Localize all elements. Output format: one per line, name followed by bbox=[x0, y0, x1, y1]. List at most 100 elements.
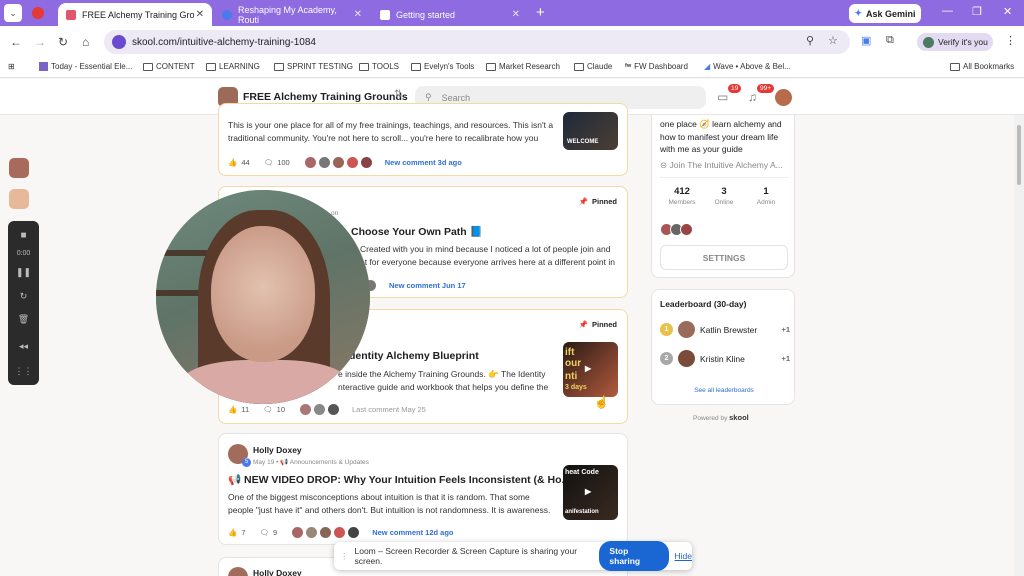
left-group-avatar[interactable] bbox=[9, 189, 29, 209]
join-link[interactable]: ⊝ Join The Intuitive Alchemy A... bbox=[660, 160, 783, 171]
bookmark-folder[interactable]: LEARNING bbox=[206, 62, 260, 71]
all-bookmarks-folder[interactable]: All Bookmarks bbox=[950, 62, 1014, 71]
commenter-avatar bbox=[303, 156, 317, 169]
close-tab-icon[interactable]: ✕ bbox=[512, 9, 520, 20]
delete-icon[interactable]: 🗑 bbox=[8, 314, 39, 325]
back-arrow-icon[interactable]: ← bbox=[10, 35, 22, 49]
search-placeholder: Search bbox=[441, 92, 471, 103]
drag-handle-icon[interactable]: ⋮ bbox=[340, 551, 349, 562]
new-tab-plus-icon[interactable]: + bbox=[536, 4, 545, 21]
pinned-text: Pinned bbox=[591, 197, 617, 206]
excerpt-line: This is your one place for all of my fre… bbox=[228, 120, 554, 130]
last-activity[interactable]: New comment Jun 17 bbox=[389, 281, 466, 290]
last-activity[interactable]: New comment 12d ago bbox=[372, 528, 453, 537]
leader-name: Kristin Kline bbox=[700, 353, 745, 364]
folder-icon bbox=[950, 62, 960, 71]
commenter-avatar bbox=[327, 403, 341, 416]
stat-members[interactable]: 412 Members bbox=[662, 186, 702, 206]
home-icon[interactable]: ⌂ bbox=[82, 35, 89, 49]
post-thumbnail[interactable]: WELCOME bbox=[563, 112, 618, 150]
reload-icon[interactable]: ↻ bbox=[58, 35, 68, 49]
zoom-icon[interactable]: ⚲ bbox=[806, 34, 814, 47]
post-thumbnail[interactable]: ift our nti 3 days ▶ bbox=[563, 342, 618, 397]
extension-badge-icon[interactable]: ▣ bbox=[861, 34, 871, 47]
member-avatar[interactable] bbox=[680, 223, 693, 236]
menu-dots-icon[interactable]: ⋮ bbox=[1005, 34, 1016, 47]
post-title[interactable]: 📢 NEW VIDEO DROP: Why Your Intuition Fee… bbox=[228, 473, 570, 486]
group-title[interactable]: FREE Alchemy Training Grounds bbox=[243, 91, 408, 103]
post-thumbnail[interactable]: heat Code ▶ anifestation bbox=[563, 465, 618, 520]
leaderboard-row[interactable]: 2 Kristin Kline +1 bbox=[660, 350, 790, 367]
hide-link[interactable]: Hide bbox=[675, 551, 692, 561]
bookmark-folder[interactable]: Claude bbox=[574, 62, 612, 71]
pin-icon: 📌 bbox=[578, 197, 588, 206]
author-name[interactable]: Holly Doxey bbox=[253, 568, 302, 576]
collapse-icon[interactable]: ◂◂ bbox=[8, 341, 39, 352]
bookmark-item[interactable]: ◢ Wave • Above & Bel... bbox=[704, 62, 791, 71]
left-group-avatar[interactable] bbox=[9, 158, 29, 178]
bookmark-folder[interactable]: TOOLS bbox=[359, 62, 399, 71]
comment-icon[interactable]: 🗨 bbox=[263, 405, 273, 414]
webcam-bubble[interactable] bbox=[156, 190, 370, 404]
tab-skool[interactable]: FREE Alchemy Training Gro ✕ bbox=[58, 3, 212, 26]
leaderboard-row[interactable]: 1 Katlin Brewster +1 bbox=[660, 321, 790, 338]
post-title[interactable]: Choose Your Own Path 📘 bbox=[351, 225, 483, 238]
bookmark-star-icon[interactable]: ☆ bbox=[828, 34, 838, 47]
like-icon[interactable]: 👍 bbox=[228, 158, 237, 167]
last-activity[interactable]: Last comment May 25 bbox=[352, 405, 426, 414]
ask-gemini-button[interactable]: ✦ Ask Gemini bbox=[849, 4, 921, 23]
restart-icon[interactable]: ↻ bbox=[8, 291, 39, 302]
bookmark-item[interactable]: Today - Essential Ele... bbox=[39, 62, 132, 71]
stat-admin[interactable]: 1 Admin bbox=[746, 186, 786, 206]
stop-sharing-button[interactable]: Stop sharing bbox=[599, 541, 669, 571]
bookmark-folder[interactable]: SPRINT TESTING bbox=[274, 62, 353, 71]
pause-icon[interactable]: ❚❚ bbox=[8, 267, 39, 278]
bookmark-label: Market Research bbox=[499, 62, 560, 71]
author-name[interactable]: Holly Doxey bbox=[253, 445, 302, 455]
share-message: Loom – Screen Recorder & Screen Capture … bbox=[354, 546, 578, 566]
verify-profile-chip[interactable]: Verify it's you bbox=[917, 33, 993, 51]
site-info-icon[interactable] bbox=[112, 35, 126, 49]
apps-grid-icon[interactable]: ⊞ bbox=[8, 62, 15, 71]
skool-favicon-icon bbox=[66, 9, 76, 20]
commenter-avatar bbox=[313, 403, 327, 416]
stop-record-icon[interactable]: ■ bbox=[8, 230, 39, 241]
drag-handle-icon[interactable]: ⋮⋮ bbox=[8, 366, 39, 377]
chat-icon[interactable]: ▭ bbox=[717, 90, 728, 104]
extensions-puzzle-icon[interactable]: ⧉ bbox=[886, 34, 894, 47]
commenter-avatar bbox=[319, 526, 333, 539]
forward-arrow-icon[interactable]: → bbox=[34, 35, 46, 49]
leader-name: Katlin Brewster bbox=[700, 324, 758, 335]
restore-icon[interactable]: ❐ bbox=[972, 5, 982, 18]
last-activity[interactable]: New comment 3d ago bbox=[385, 158, 462, 167]
page-scrollbar[interactable] bbox=[1014, 115, 1024, 576]
bookmark-folder[interactable]: CONTENT bbox=[143, 62, 195, 71]
user-avatar[interactable] bbox=[775, 89, 792, 106]
comment-icon[interactable]: 🗨 bbox=[260, 528, 270, 537]
bookmark-folder[interactable]: Evelyn's Tools bbox=[411, 62, 474, 71]
tab-search-icon[interactable]: ⌄ bbox=[4, 4, 22, 22]
like-icon[interactable]: 👍 bbox=[228, 528, 237, 537]
minimize-icon[interactable]: — bbox=[942, 5, 953, 17]
post-card[interactable]: This is your one place for all of my fre… bbox=[218, 103, 628, 176]
bookmark-item[interactable]: ᶠʷ FW Dashboard bbox=[625, 62, 688, 71]
address-bar[interactable]: skool.com/intuitive-alchemy-training-108… bbox=[104, 30, 850, 54]
scrollbar-thumb[interactable] bbox=[1017, 125, 1021, 185]
close-tab-icon[interactable]: ✕ bbox=[196, 9, 204, 20]
powered-by[interactable]: Powered by skool bbox=[693, 413, 749, 422]
stat-online[interactable]: 3 Online bbox=[704, 186, 744, 206]
post-card[interactable]: 5 Holly Doxey May 19 • 📢 Announcements &… bbox=[218, 433, 628, 545]
like-icon[interactable]: 👍 bbox=[228, 405, 237, 414]
settings-button[interactable]: SETTINGS bbox=[660, 245, 788, 270]
bookmark-label: All Bookmarks bbox=[963, 62, 1015, 71]
bookmark-folder[interactable]: Market Research bbox=[486, 62, 560, 71]
tab-getting-started[interactable]: Getting started ✕ bbox=[372, 3, 528, 26]
close-tab-icon[interactable]: ✕ bbox=[354, 9, 362, 20]
group-switcher-icon[interactable]: ⇅ bbox=[394, 89, 402, 100]
see-all-leaderboards-link[interactable]: See all leaderboards bbox=[652, 387, 796, 394]
comment-icon[interactable]: 🗨 bbox=[264, 158, 274, 167]
author-avatar[interactable] bbox=[228, 567, 248, 576]
tab-reshaping[interactable]: Reshaping My Academy, Routi ✕ bbox=[214, 3, 370, 26]
close-window-icon[interactable]: ✕ bbox=[1003, 5, 1012, 18]
bell-icon[interactable]: ♫ bbox=[748, 90, 757, 104]
